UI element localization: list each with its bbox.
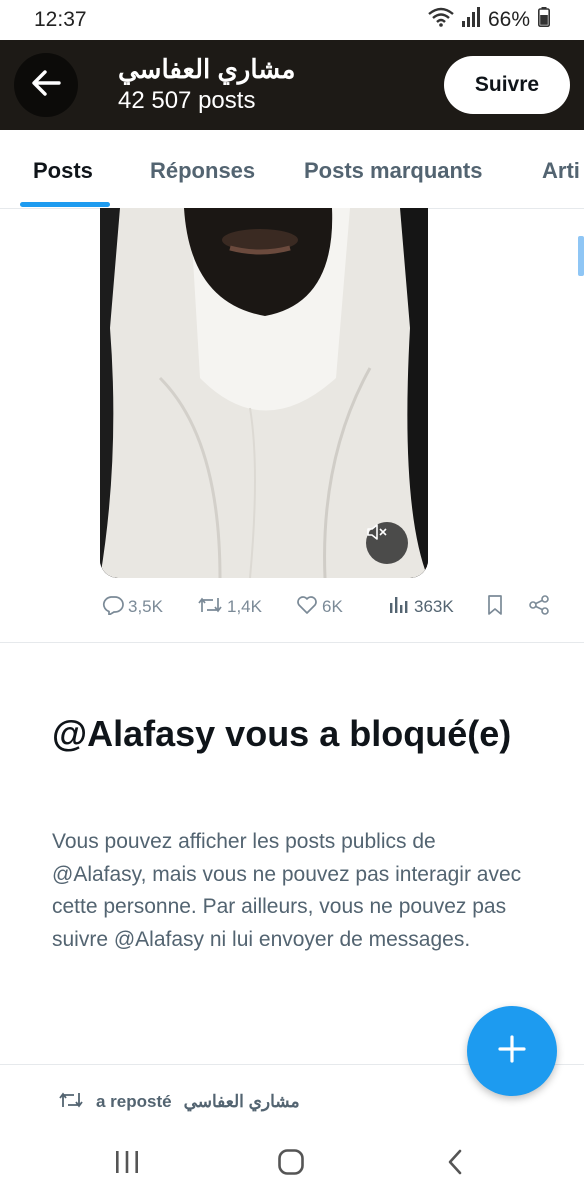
- views-button[interactable]: 363K: [388, 595, 454, 620]
- post-video[interactable]: [100, 208, 428, 578]
- tab-posts[interactable]: Posts: [33, 130, 93, 208]
- status-icons: 66%: [428, 7, 550, 33]
- tab-highlights[interactable]: Posts marquants: [304, 130, 483, 208]
- repost-label: a reposté: [96, 1092, 172, 1111]
- home-icon: [277, 1148, 305, 1181]
- recent-apps-button[interactable]: [102, 1144, 152, 1184]
- reply-count: 3,5K: [128, 597, 163, 616]
- wifi-icon: [428, 7, 454, 33]
- bookmark-icon: [486, 594, 504, 620]
- active-tab-indicator: [20, 202, 110, 207]
- blocked-message: Vous pouvez afficher les posts publics d…: [52, 830, 522, 951]
- follow-button[interactable]: Suivre: [444, 56, 570, 114]
- status-time: 12:37: [34, 8, 87, 31]
- profile-name: مشاري العفاسي: [118, 54, 296, 84]
- mute-button[interactable]: [366, 522, 408, 564]
- scroll-indicator: [578, 236, 584, 276]
- back-arrow-icon: [31, 69, 61, 101]
- post-divider: [0, 642, 584, 643]
- home-button[interactable]: [266, 1144, 316, 1184]
- chevron-left-icon: [446, 1149, 464, 1180]
- repost-icon: [58, 1090, 84, 1115]
- post-count: 42 507 posts: [118, 87, 256, 114]
- repost-count: 1,4K: [227, 597, 262, 616]
- tab-articles[interactable]: Arti: [542, 130, 580, 208]
- like-count: 6K: [322, 597, 343, 616]
- bookmark-button[interactable]: [486, 594, 504, 620]
- profile-header: مشاري العفاسي 42 507 posts Suivre: [0, 40, 584, 130]
- header-titles: مشاري العفاسي 42 507 posts: [118, 54, 444, 116]
- back-button[interactable]: [14, 53, 78, 117]
- battery-level: 66%: [487, 8, 530, 31]
- blocked-title: @Alafasy vous a bloqué(e): [52, 713, 512, 754]
- system-nav-bar: [0, 1130, 584, 1200]
- like-button[interactable]: 6K: [296, 595, 343, 620]
- status-bar: 12:37 66%: [0, 0, 584, 40]
- profile-tabs: Posts Réponses Posts marquants Arti: [0, 130, 584, 209]
- post-actions: 3,5K 1,4K 6K 363K: [100, 592, 560, 622]
- reply-icon: [102, 595, 124, 620]
- reply-button[interactable]: 3,5K: [102, 595, 163, 620]
- repost-banner: a reposté مشاري العفاسي: [58, 1086, 300, 1118]
- share-icon: [528, 594, 550, 620]
- repost-icon: [197, 595, 223, 620]
- views-count: 363K: [414, 597, 454, 616]
- system-back-button[interactable]: [430, 1144, 480, 1184]
- compose-plus-icon: [497, 1034, 527, 1069]
- repost-author[interactable]: مشاري العفاسي: [184, 1092, 300, 1112]
- share-button[interactable]: [528, 594, 550, 620]
- views-icon: [388, 595, 410, 620]
- like-icon: [296, 595, 318, 620]
- tab-replies[interactable]: Réponses: [150, 130, 255, 208]
- repost-button[interactable]: 1,4K: [197, 595, 262, 620]
- signal-icon: [461, 7, 480, 33]
- compose-button[interactable]: [467, 1006, 557, 1096]
- battery-icon: [538, 7, 550, 33]
- recent-apps-icon: [114, 1150, 140, 1179]
